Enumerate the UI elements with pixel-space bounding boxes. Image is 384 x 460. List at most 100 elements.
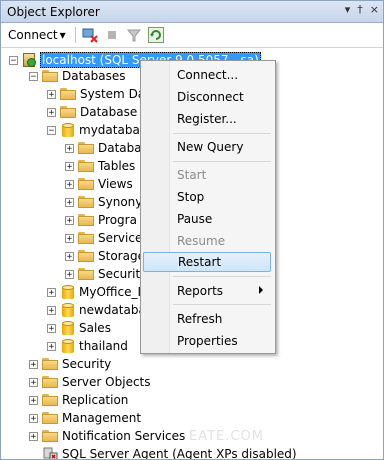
menu-separator	[173, 161, 271, 162]
expand-icon[interactable]: +	[65, 233, 74, 243]
dropdown-icon[interactable]: ▾	[345, 3, 351, 16]
menu-item-start: Start	[177, 168, 207, 182]
expand-icon[interactable]: +	[29, 359, 38, 369]
tree-node-database[interactable]: + thailand	[47, 337, 128, 355]
chevron-down-icon: ▾	[59, 28, 66, 42]
menu-separator	[173, 133, 271, 134]
folder-icon	[42, 412, 58, 424]
menu-item-pause[interactable]: Pause	[143, 209, 271, 229]
tree-node-notification-services[interactable]: + Notification Services	[29, 427, 185, 445]
folder-icon	[78, 250, 94, 262]
connect-button[interactable]: Connect ▾	[5, 27, 69, 43]
menu-item-stop[interactable]: Stop	[143, 187, 271, 207]
tree-node-server-objects[interactable]: + Server Objects	[29, 373, 151, 391]
database-icon	[62, 123, 74, 137]
tree-node-security[interactable]: + Security	[29, 355, 111, 373]
close-icon[interactable]: ×	[370, 3, 379, 16]
folder-icon	[78, 196, 94, 208]
toolbar: Connect ▾	[1, 23, 383, 48]
stop-icon[interactable]	[104, 27, 120, 43]
menu-separator	[173, 304, 271, 305]
database-icon	[62, 321, 74, 335]
database-icon	[62, 339, 74, 353]
expand-icon[interactable]: +	[29, 413, 38, 423]
tree-node-management[interactable]: + Management	[29, 409, 141, 427]
node-label: MyOffice_I	[79, 285, 142, 299]
context-menu: Connect... Disconnect Register... New Qu…	[140, 60, 276, 354]
expand-icon[interactable]: +	[65, 215, 74, 225]
node-label: Databa	[98, 141, 142, 155]
collapse-icon[interactable]: −	[47, 125, 56, 135]
expand-icon[interactable]: +	[29, 377, 38, 387]
database-icon	[62, 303, 74, 317]
menu-item-disconnect[interactable]: Disconnect	[143, 87, 271, 107]
folder-icon	[78, 232, 94, 244]
tree-node-mydb-child[interactable]: + Progra	[65, 211, 137, 229]
folder-icon	[42, 70, 58, 82]
expand-icon[interactable]: +	[47, 287, 56, 297]
menu-item-register[interactable]: Register...	[143, 109, 271, 129]
expand-icon[interactable]: +	[65, 197, 74, 207]
expand-icon[interactable]: +	[29, 431, 38, 441]
menu-item-properties[interactable]: Properties	[143, 331, 271, 351]
disconnect-icon[interactable]	[82, 27, 98, 43]
node-label: Views	[98, 177, 133, 191]
expand-icon[interactable]: +	[47, 107, 56, 117]
expand-icon[interactable]: +	[47, 341, 56, 351]
expand-icon[interactable]: +	[65, 251, 74, 261]
expand-icon[interactable]: +	[65, 143, 74, 153]
refresh-icon[interactable]	[147, 27, 164, 43]
tree-node-mydb-child[interactable]: + Views	[65, 175, 133, 193]
menu-item-restart[interactable]: Restart	[143, 252, 271, 272]
tree-node-mydb-child[interactable]: + Service	[65, 229, 142, 247]
node-label: Storage	[98, 249, 145, 263]
collapse-icon[interactable]: −	[9, 55, 18, 65]
expand-icon[interactable]: +	[65, 161, 74, 171]
node-label: Databases	[62, 69, 126, 83]
menu-item-connect[interactable]: Connect...	[143, 65, 271, 85]
watermark-text: EATE.COM	[189, 429, 264, 444]
node-label: Progra	[98, 213, 137, 227]
folder-icon	[42, 430, 58, 442]
folder-icon	[78, 142, 94, 154]
collapse-icon[interactable]: −	[29, 71, 38, 81]
expand-icon[interactable]: +	[47, 305, 56, 315]
tree-node-database[interactable]: + Sales	[47, 319, 111, 337]
tree-node-mydb-child[interactable]: + Tables	[65, 157, 135, 175]
tree-node-mydb-child[interactable]: + Databa	[65, 139, 142, 157]
node-label: Tables	[98, 159, 136, 173]
tree-node-mydb-child[interactable]: + Synony	[65, 193, 142, 211]
tree-node-database[interactable]: + newdataba	[47, 301, 146, 319]
expand-icon[interactable]: +	[65, 179, 74, 189]
menu-item-reports[interactable]: Reports	[143, 281, 271, 301]
tree-node-mydb-child[interactable]: + Security	[65, 265, 147, 283]
folder-icon	[42, 394, 58, 406]
folder-icon	[60, 106, 76, 118]
tree-node-databases[interactable]: − Databases	[29, 67, 126, 85]
tree-node-sql-server-agent[interactable]: SQL Server Agent (Agent XPs disabled)	[42, 445, 297, 459]
panel-title: Object Explorer	[7, 4, 100, 19]
tree-node-mydb-child[interactable]: + Storage	[65, 247, 145, 265]
expand-icon[interactable]: +	[65, 269, 74, 279]
node-label: Management	[62, 411, 142, 425]
tree-node-system-databases[interactable]: + System Dat	[47, 85, 150, 103]
menu-item-refresh[interactable]: Refresh	[143, 309, 271, 329]
folder-icon	[42, 376, 58, 388]
connect-label: Connect	[8, 28, 58, 42]
expand-icon[interactable]: +	[47, 323, 56, 333]
menu-item-new-query[interactable]: New Query	[143, 137, 271, 157]
tree-node-replication[interactable]: + Replication	[29, 391, 128, 409]
tree-node-database[interactable]: + MyOffice_I	[47, 283, 141, 301]
expand-icon[interactable]: +	[47, 89, 56, 99]
node-label: Sales	[79, 321, 111, 335]
node-label: Server Objects	[62, 375, 151, 389]
tree-node-mydatabase[interactable]: − mydatabas	[47, 121, 146, 139]
toolbar-separator	[74, 27, 76, 43]
tree-node-database-snapshots[interactable]: + Database S	[47, 103, 149, 121]
node-label: Security	[62, 357, 112, 371]
expand-icon[interactable]: +	[29, 395, 38, 405]
pin-icon[interactable]: †	[357, 3, 363, 16]
folder-icon	[42, 358, 58, 370]
node-label: Replication	[62, 393, 129, 407]
filter-icon[interactable]	[126, 27, 142, 43]
